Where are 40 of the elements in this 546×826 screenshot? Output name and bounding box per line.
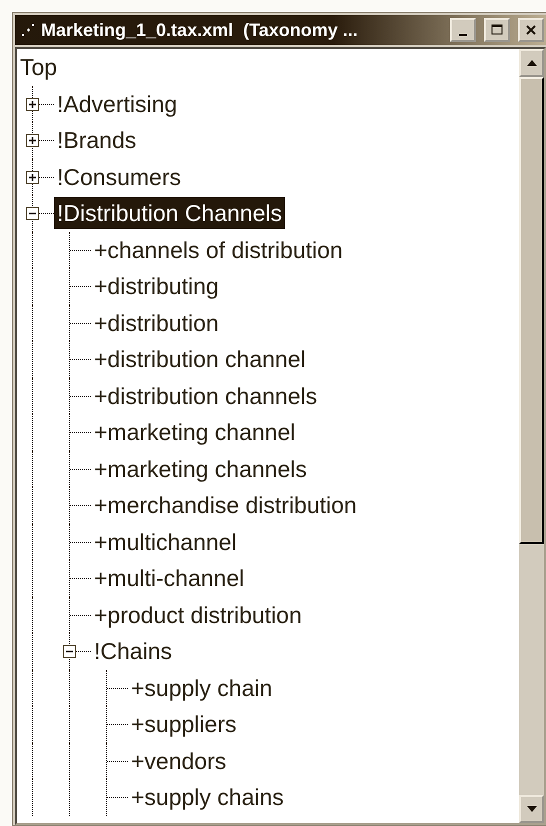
close-button[interactable]: [518, 18, 544, 42]
tree-item[interactable]: +distributing: [91, 270, 222, 302]
tree-item[interactable]: +merchandise distribution: [91, 489, 360, 522]
tree-item[interactable]: +channels of distribution: [91, 234, 346, 266]
tree-item[interactable]: +marketing channel: [91, 416, 298, 448]
tree-item[interactable]: +suppliers: [128, 708, 240, 740]
scroll-up-button[interactable]: [519, 49, 544, 77]
tree-item[interactable]: +product distribution: [91, 598, 305, 631]
expand-icon[interactable]: [26, 134, 39, 148]
maximize-button[interactable]: [484, 18, 510, 42]
tree-item[interactable]: +multi-channel: [91, 562, 248, 594]
close-icon: [525, 24, 537, 36]
expand-icon[interactable]: [26, 170, 39, 184]
tree-item[interactable]: !Consumers: [54, 160, 184, 193]
collapse-icon[interactable]: [26, 207, 39, 220]
tree-item[interactable]: Top: [17, 51, 60, 84]
maximize-icon: [491, 24, 503, 36]
up-arrow-icon: [526, 59, 538, 67]
expand-icon[interactable]: [26, 98, 39, 111]
tree-item[interactable]: +distribution channels: [91, 380, 320, 412]
minimize-button[interactable]: [450, 18, 476, 42]
tree-item[interactable]: !Brands: [54, 124, 140, 156]
tree-item[interactable]: +distribution channel: [91, 343, 309, 376]
tree-item[interactable]: +supply chains: [128, 781, 287, 814]
minimize-icon: [459, 34, 467, 36]
scroll-thumb[interactable]: [519, 77, 544, 544]
tree-item[interactable]: +multichannel: [91, 526, 240, 558]
tree-item[interactable]: +marketing channels: [91, 452, 310, 485]
tree-item[interactable]: !Advertising: [54, 88, 180, 120]
tree-item[interactable]: !Chains: [91, 635, 175, 668]
tree-item[interactable]: +distribution: [91, 306, 222, 339]
scrollbar[interactable]: [519, 49, 544, 823]
tree-item[interactable]: +vendors: [128, 744, 230, 777]
tree-item[interactable]: +supply chain: [128, 672, 276, 704]
window-title: Marketing_1_0.tax.xml (Taxonomy ...: [41, 20, 359, 40]
tree-item[interactable]: !Distribution Channels: [54, 197, 286, 230]
scroll-down-button[interactable]: [519, 795, 544, 823]
app-icon: [21, 23, 35, 37]
down-arrow-icon: [526, 805, 538, 813]
collapse-icon[interactable]: [63, 645, 76, 658]
